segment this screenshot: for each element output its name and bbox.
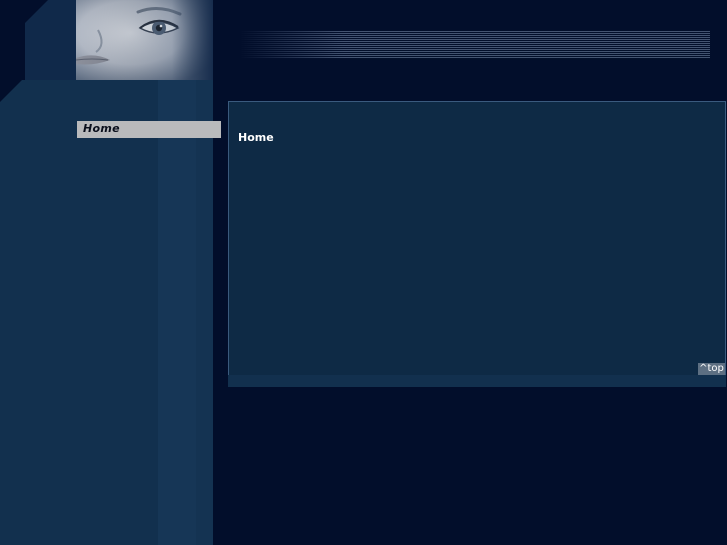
sidebar-stripe-decoration [196, 80, 213, 545]
content-footer-bar [228, 375, 726, 387]
face-photo-banner [76, 0, 213, 82]
sidebar-stripe-decoration [158, 80, 196, 545]
sidebar-item-label: Home [83, 122, 120, 135]
page: Home Home ^top [0, 0, 727, 545]
page-title: Home [238, 131, 274, 144]
sidebar-item-home[interactable]: Home [77, 121, 221, 138]
header-tab-decoration [25, 0, 77, 82]
header-scanline-decoration [240, 31, 710, 58]
face-photo-icon [76, 0, 213, 82]
back-to-top-link[interactable]: ^top [698, 363, 725, 375]
content-panel [228, 101, 726, 376]
